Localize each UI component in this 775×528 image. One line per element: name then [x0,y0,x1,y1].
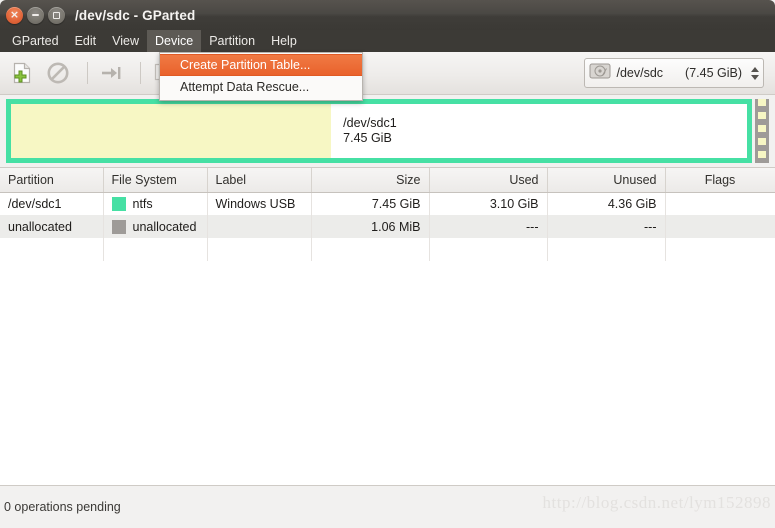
empty-cell [547,238,666,261]
cell-partition: unallocated [0,215,104,238]
partition-table-container[interactable]: Partition File System Label Size Used Un… [0,167,775,485]
menu-partition[interactable]: Partition [201,30,263,52]
menu-item-attempt-data-rescue[interactable]: Attempt Data Rescue... [160,76,362,98]
title-bar: × /dev/sdc - GParted [0,0,775,30]
close-button[interactable]: × [6,6,23,24]
device-menu-dropdown: Create Partition Table... Attempt Data R… [159,52,363,101]
filesystem-color-swatch [111,219,126,234]
menu-view[interactable]: View [104,30,147,52]
cell-flags [665,192,775,215]
cell-file-system-label: ntfs [132,196,153,211]
partition-graphic-size: 7.45 GiB [343,131,392,145]
minimize-button[interactable] [27,6,44,24]
column-header-flags[interactable]: Flags [665,168,775,193]
cell-unused: 4.36 GiB [547,192,666,215]
column-header-label[interactable]: Label [207,168,312,193]
hard-disk-icon [589,62,611,85]
empty-cell [103,238,208,261]
partition-graphic-labels: /dev/sdc1 7.45 GiB [331,104,747,158]
column-header-used[interactable]: Used [429,168,548,193]
empty-cell [311,238,430,261]
minimize-icon [32,14,39,16]
cell-size: 7.45 GiB [311,192,430,215]
gparted-window: × /dev/sdc - GParted GParted Edit View D… [0,0,775,528]
menu-gparted[interactable]: GParted [4,30,67,52]
cell-used: --- [429,215,548,238]
watermark-text: http://blog.csdn.net/lym152898 [542,493,771,512]
device-name: /dev/sdc [616,66,664,80]
cell-label: Windows USB [207,192,312,215]
toolbar-separator-1 [87,62,88,84]
column-header-unused[interactable]: Unused [547,168,666,193]
cell-partition: /dev/sdc1 [0,192,104,215]
column-header-size[interactable]: Size [311,168,430,193]
column-header-file-system[interactable]: File System [103,168,208,193]
empty-cell [207,238,312,261]
cell-file-system: ntfs [103,192,208,215]
cell-used: 3.10 GiB [429,192,548,215]
cell-file-system-label: unallocated [132,219,197,234]
partition-graphic-area: /dev/sdc1 7.45 GiB [0,95,775,167]
menu-bar: GParted Edit View Device Partition Help [0,30,775,52]
menu-edit[interactable]: Edit [67,30,105,52]
table-empty-area [0,238,775,261]
menu-help[interactable]: Help [263,30,305,52]
unallocated-graphic[interactable] [755,99,769,163]
cell-unused: --- [547,215,666,238]
window-title: /dev/sdc - GParted [75,7,196,23]
cell-label [207,215,312,238]
cell-file-system: unallocated [103,215,208,238]
status-bar: 0 operations pending http://blog.csdn.ne… [0,485,775,527]
filesystem-color-swatch [111,196,126,211]
delete-partition-icon [43,58,73,88]
menu-item-create-partition-table[interactable]: Create Partition Table... [160,54,362,76]
status-text: 0 operations pending [4,499,121,514]
partition-used-fill [11,104,332,158]
chevron-up-icon[interactable] [751,66,759,72]
cell-size: 1.06 MiB [311,215,430,238]
device-spinner[interactable] [751,66,759,80]
partition-table: Partition File System Label Size Used Un… [0,168,775,261]
table-row[interactable]: unallocated unallocated 1.06 MiB --- --- [0,215,775,238]
partition-graphic-sdc1[interactable]: /dev/sdc1 7.45 GiB [6,99,752,163]
partition-graphic-name: /dev/sdc1 [343,116,397,130]
new-partition-icon[interactable] [7,58,37,88]
table-row[interactable]: /dev/sdc1 ntfs Windows USB 7.45 GiB 3.10… [0,192,775,215]
empty-cell [665,238,775,261]
device-size: (7.45 GiB) [685,66,742,80]
close-icon: × [9,8,20,21]
apply-operations-icon [96,58,126,88]
toolbar-separator-2 [140,62,141,84]
maximize-button[interactable] [48,6,65,24]
window-controls: × [6,6,65,24]
toolbar: /dev/sdc (7.45 GiB) [0,52,775,95]
menu-device[interactable]: Device [146,30,202,52]
column-header-partition[interactable]: Partition [0,168,104,193]
table-header-row: Partition File System Label Size Used Un… [0,168,775,193]
device-selector[interactable]: /dev/sdc (7.45 GiB) [584,58,764,88]
maximize-icon [53,11,60,19]
chevron-down-icon[interactable] [751,74,759,80]
empty-cell [429,238,548,261]
empty-cell [0,238,104,261]
cell-flags [665,215,775,238]
